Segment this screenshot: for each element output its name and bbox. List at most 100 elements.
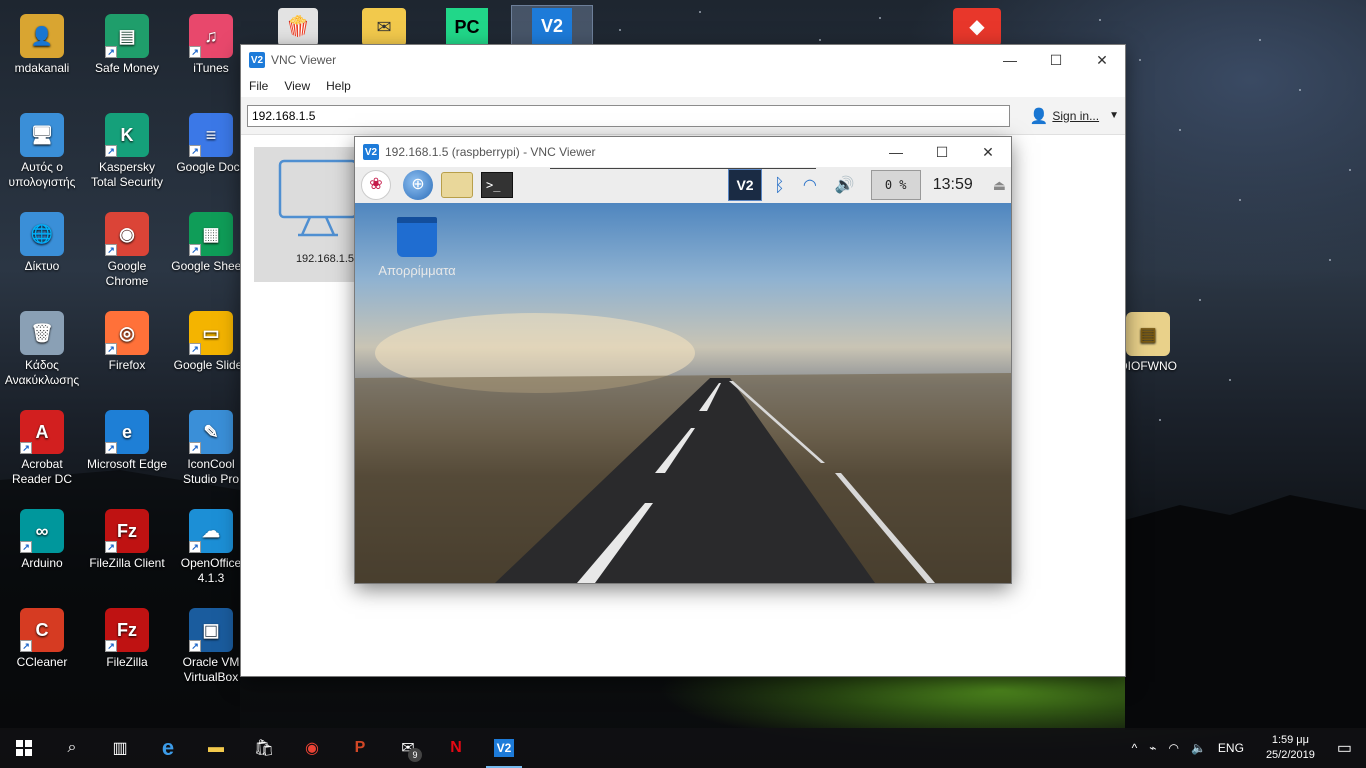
shortcut-arrow-icon: ↗ [189,46,201,58]
desktop-icon-label: Arduino [21,556,63,570]
app-icon: 🌐 [20,212,64,256]
desktop-icon[interactable]: 🖥 Αυτός ο υπολογιστής [0,105,84,201]
app-icon: A ↗ [20,410,64,454]
app-icon: ▭ ↗ [189,311,233,355]
eject-icon[interactable]: ⏏ [993,177,1006,194]
desktop-icon[interactable]: Fz ↗ FileZilla Client [85,501,169,597]
vnc-desktop-icon-selected[interactable]: V2 [511,5,593,45]
app-icon: C ↗ [20,608,64,652]
taskbar: ⌕ ▥ e ▬ 🛍 ◉ P ✉ 9 N V2 ^ ⌁ ◠ 🔈 ENG 1:59 μ… [0,728,1366,768]
desktop-icon-label: Acrobat Reader DC [11,457,73,486]
language-indicator[interactable]: ENG [1218,741,1244,755]
wifi-icon[interactable]: ◠ [803,175,817,195]
volume-icon[interactable]: 🔈 [1191,741,1206,755]
vnc-main-titlebar[interactable]: V2 VNC Viewer — ☐ ✕ [241,45,1125,75]
chevron-up-icon[interactable]: ^ [1132,741,1138,755]
anydesk-icon[interactable]: ◆ [953,8,1001,46]
minimize-button[interactable]: — [873,137,919,167]
mail-taskbar-icon[interactable]: ✉ 9 [384,728,432,768]
maximize-button[interactable]: ☐ [919,137,965,167]
desktop-icon-label: FileZilla Client [89,556,165,570]
pycharm-icon[interactable]: PC [446,8,488,46]
power-icon[interactable]: ⌁ [1149,741,1156,755]
desktop-icon[interactable]: ▤ ↗ Safe Money [85,6,169,102]
app-icon: e ↗ [105,410,149,454]
app-icon: ◎ ↗ [105,311,149,355]
raspberry-menu-icon[interactable]: ❀ [361,170,391,200]
desktop-icon[interactable]: 🌐 Δίκτυο [0,204,84,300]
netflix-icon[interactable]: N [432,728,480,768]
desktop-icon[interactable]: Fz ↗ FileZilla [85,600,169,696]
browser-globe-icon[interactable]: ⊕ [403,170,433,200]
close-button[interactable]: ✕ [965,137,1011,167]
desktop-icon[interactable]: ∞ ↗ Arduino [0,501,84,597]
menu-view[interactable]: View [284,79,310,93]
chrome-taskbar-icon[interactable]: ◉ [288,728,336,768]
app-icon: ☁ ↗ [189,509,233,553]
bluetooth-icon[interactable]: ᛒ [774,175,785,196]
desktop-icon[interactable]: C ↗ CCleaner [0,600,84,696]
minimize-button[interactable]: — [987,45,1033,75]
powerpoint-icon[interactable]: P [336,728,384,768]
sign-in-label: Sign in... [1052,108,1100,123]
task-view-icon[interactable]: ▥ [96,728,144,768]
pi-window-edge [550,167,816,169]
volume-icon[interactable]: 🔊 [835,175,855,195]
desktop-icon-label: DIOFWNO [1119,359,1177,373]
search-icon[interactable]: ⌕ [48,728,96,768]
system-tray: ^ ⌁ ◠ 🔈 ENG 1:59 μμ 25/2/2019 ▭ [1126,728,1366,768]
session-window-title: 192.168.1.5 (raspberrypi) - VNC Viewer [385,145,596,159]
pi-clock[interactable]: 13:59 [933,176,973,194]
notification-icon[interactable]: ▭ [1337,738,1352,758]
sign-in-button[interactable]: 👤 Sign in... ▼ [1030,107,1119,125]
network-icon[interactable]: ◠ [1168,741,1178,755]
folder-document-icon: ▤ [1126,312,1170,356]
pi-taskbar: ❀ ⊕ >_ V2 ᛒ ◠ 🔊 0 % 13:59 ⏏ [355,167,1011,203]
windows-logo-icon [16,740,32,756]
clock-date: 25/2/2019 [1265,749,1315,761]
shortcut-arrow-icon: ↗ [189,145,201,157]
desktop-icon-label: Microsoft Edge [86,457,168,471]
address-book-tile[interactable]: 192.168.1.5 [254,147,364,282]
close-button[interactable]: ✕ [1079,45,1125,75]
desktop-icon[interactable]: ◎ ↗ Firefox [85,303,169,399]
mail-app-icon[interactable]: ✉ [362,8,406,46]
menu-help[interactable]: Help [326,79,351,93]
popcorn-app-icon[interactable]: 🍿 [278,8,318,46]
desktop-icon-label: Kaspersky Total Security [90,160,164,189]
vnc-logo-icon: V2 [532,8,572,44]
desktop-icon-label: Google Slides [173,358,249,372]
file-explorer-icon[interactable]: ▬ [192,728,240,768]
mail-badge: 9 [408,748,422,762]
trash-can-icon [397,217,437,257]
desktop-icon[interactable]: ◉ ↗ Google Chrome [85,204,169,300]
desktop-icon[interactable]: K ↗ Kaspersky Total Security [85,105,169,201]
vnc-server-tray-icon[interactable]: V2 [728,169,762,201]
edge-taskbar-icon[interactable]: e [144,728,192,768]
desktop-icon[interactable]: 👤 mdakanali [0,6,84,102]
start-button[interactable] [0,728,48,768]
app-icon: ▤ ↗ [105,14,149,58]
desktop-icon[interactable]: 🗑 Κάδος Ανακύκλωσης [0,303,84,399]
address-input[interactable] [247,104,1010,127]
maximize-button[interactable]: ☐ [1033,45,1079,75]
shortcut-arrow-icon: ↗ [105,442,117,454]
pi-trash-icon[interactable]: Απορρίμματα [375,217,459,278]
terminal-icon[interactable]: >_ [481,172,513,198]
app-icon: ∞ ↗ [20,509,64,553]
file-manager-icon[interactable] [441,172,473,198]
shortcut-arrow-icon: ↗ [189,442,201,454]
menu-file[interactable]: File [249,79,268,93]
vnc-session-titlebar[interactable]: V2 192.168.1.5 (raspberrypi) - VNC Viewe… [355,137,1011,167]
desktop-icon[interactable]: A ↗ Acrobat Reader DC [0,402,84,498]
clock-time: 1:59 μμ [1271,734,1309,746]
app-icon: 👤 [20,14,64,58]
shortcut-arrow-icon: ↗ [189,640,201,652]
desktop-icon-label: Google Chrome [105,259,149,288]
store-icon[interactable]: 🛍 [240,728,288,768]
clock[interactable]: 1:59 μμ 25/2/2019 [1260,733,1321,763]
desktop-icon[interactable]: e ↗ Microsoft Edge [85,402,169,498]
app-icon: Fz ↗ [105,608,149,652]
chevron-down-icon: ▼ [1109,110,1119,121]
vnc-taskbar-icon[interactable]: V2 [480,728,528,768]
